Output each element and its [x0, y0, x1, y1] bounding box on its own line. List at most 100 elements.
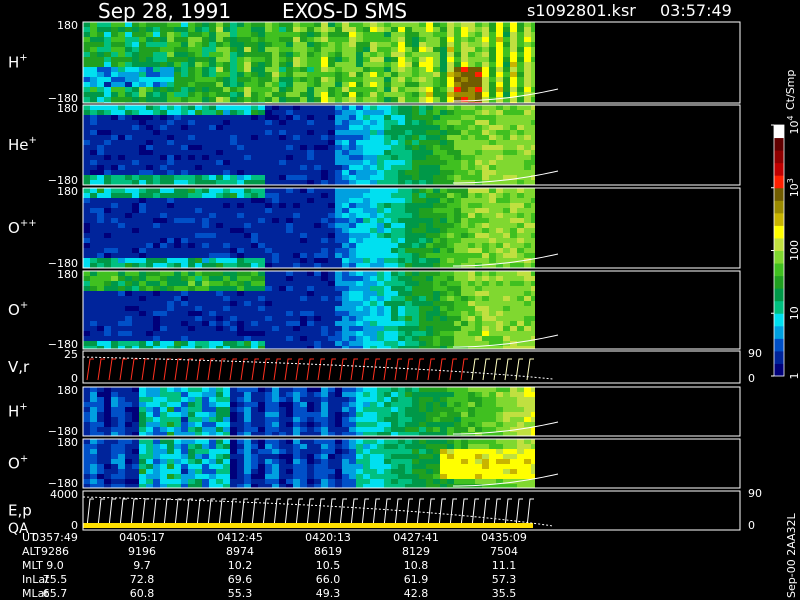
colorbar-swatch — [774, 187, 784, 201]
colorbar-swatch — [774, 150, 784, 164]
colorbar-tick-label: 1 — [788, 373, 800, 380]
panel-ytick-top: 180 — [57, 102, 78, 115]
panel-h2: H+180−180 — [8, 384, 741, 438]
colorbar-swatch — [774, 363, 784, 377]
qa-bar — [83, 523, 533, 528]
panel-right-tick-bottom: 0 — [748, 519, 755, 532]
table-cell: 69.6 — [228, 573, 253, 586]
panel-label-sup: + — [20, 300, 28, 311]
table-cell: 10.2 — [228, 559, 253, 572]
panel-vr: V,r250900 — [8, 347, 762, 385]
footer-id: Sep-00 2AA32L — [785, 512, 798, 598]
panel-stack: H+180−180He+180−180O++180−180O+180−180V,… — [8, 19, 762, 537]
time-table: UT0357:49 0405:17 0412:45 0420:13 0427:41 043… — [22, 531, 527, 600]
colorbar: 1 10 100 103 104 Ct/Smp — [771, 70, 800, 380]
panel-label-sup: + — [19, 53, 27, 64]
colorbar-swatch — [774, 338, 784, 352]
table-row-label: MLT — [22, 559, 43, 572]
table-cell: 0427:41 — [393, 531, 439, 544]
colorbar-swatch — [774, 212, 784, 226]
panel-o3: O+180−180 — [8, 436, 741, 490]
table-cell: 65.7 — [43, 587, 68, 600]
panel-label: He+ — [8, 135, 37, 154]
table-cell: 8129 — [402, 545, 430, 558]
panel-h1: H+180−180 — [8, 19, 741, 105]
table-cell: 60.8 — [130, 587, 155, 600]
colorbar-unit: Ct/Smp — [784, 70, 797, 110]
panel-label-sup: ++ — [20, 218, 37, 229]
colorbar-swatch — [774, 237, 784, 251]
panel-label: H+ — [8, 402, 28, 421]
colorbar-swatch — [774, 350, 784, 364]
table-cell: 72.8 — [130, 573, 155, 586]
colorbar-swatch — [774, 175, 784, 189]
panel-label: V,r — [8, 358, 30, 376]
panel-ytick-top: 180 — [57, 19, 78, 32]
panel-o1: O+180−180 — [8, 268, 741, 351]
panel-right-tick-top: 90 — [748, 487, 762, 500]
panel-ytick-top: 25 — [64, 348, 78, 361]
colorbar-swatch — [774, 200, 784, 214]
panel-ytick-top: 180 — [57, 185, 78, 198]
panel-label: E,p — [8, 502, 32, 520]
table-cell: 66.0 — [316, 573, 341, 586]
table-cell: 0357:49 — [32, 531, 78, 544]
colorbar-swatch — [774, 263, 784, 277]
table-cell: 11.1 — [492, 559, 517, 572]
panel-label: O+ — [8, 300, 28, 319]
colorbar-swatch — [774, 225, 784, 239]
header-file: s1092801.ksr — [527, 1, 636, 20]
table-cell: 10.8 — [404, 559, 429, 572]
table-cell: 49.3 — [316, 587, 341, 600]
table-cell: 57.3 — [492, 573, 517, 586]
panel-ytick-top: 180 — [57, 268, 78, 281]
table-cell: 9286 — [41, 545, 69, 558]
panel-cells — [83, 439, 535, 489]
table-cell: 7504 — [490, 545, 518, 558]
table-cell: 61.9 — [404, 573, 429, 586]
colorbar-swatch — [774, 313, 784, 327]
panel-right-tick-top: 90 — [748, 347, 762, 360]
table-cell: 9.0 — [46, 559, 64, 572]
panel-cells — [83, 188, 535, 269]
colorbar-swatch — [774, 250, 784, 264]
panel-ytick-top: 180 — [57, 436, 78, 449]
panel-cells — [83, 387, 535, 437]
panel-right-tick-bottom: 0 — [748, 372, 755, 385]
table-cell: 75.5 — [43, 573, 68, 586]
colorbar-swatch — [774, 300, 784, 314]
panel-label: H+ — [8, 53, 28, 72]
table-cell: 0412:45 — [217, 531, 263, 544]
table-cell: 9.7 — [133, 559, 151, 572]
table-cell: 42.8 — [404, 587, 429, 600]
header-time: 03:57:49 — [660, 1, 732, 20]
colorbar-swatch — [774, 125, 784, 139]
panel-cells — [83, 22, 535, 104]
table-cell: 0435:09 — [481, 531, 527, 544]
panel-label-sup: + — [29, 135, 37, 146]
colorbar-swatch — [774, 325, 784, 339]
panel-ep: E,pQA40000900 — [8, 487, 762, 537]
panel-o2: O++180−180 — [8, 185, 741, 270]
table-cell: 0420:13 — [305, 531, 351, 544]
panel-label: O+ — [8, 454, 28, 473]
table-cell: 8974 — [226, 545, 254, 558]
table-cell: 10.5 — [316, 559, 341, 572]
panel-label: O++ — [8, 218, 37, 237]
colorbar-swatch — [774, 162, 784, 176]
colorbar-swatch — [774, 275, 784, 289]
panel-lines — [83, 498, 534, 528]
colorbar-tick-label: 100 — [788, 240, 800, 261]
colorbar-tick-label: 103 — [786, 178, 800, 197]
colorbar-tick-label: 104 — [786, 115, 800, 134]
table-cell: 35.5 — [492, 587, 517, 600]
panel-label-sup: + — [20, 454, 28, 465]
header-instrument: EXOS-D SMS — [282, 0, 407, 23]
colorbar-swatch — [774, 288, 784, 302]
spectrogram-figure: Sep 28, 1991 EXOS-D SMS s1092801.ksr 03:… — [8, 0, 800, 600]
table-cell: 9196 — [128, 545, 156, 558]
panel-ytick-top: 180 — [57, 384, 78, 397]
table-cell: 55.3 — [228, 587, 253, 600]
table-cell: 0405:17 — [119, 531, 165, 544]
panel-label-sup: + — [19, 402, 27, 413]
